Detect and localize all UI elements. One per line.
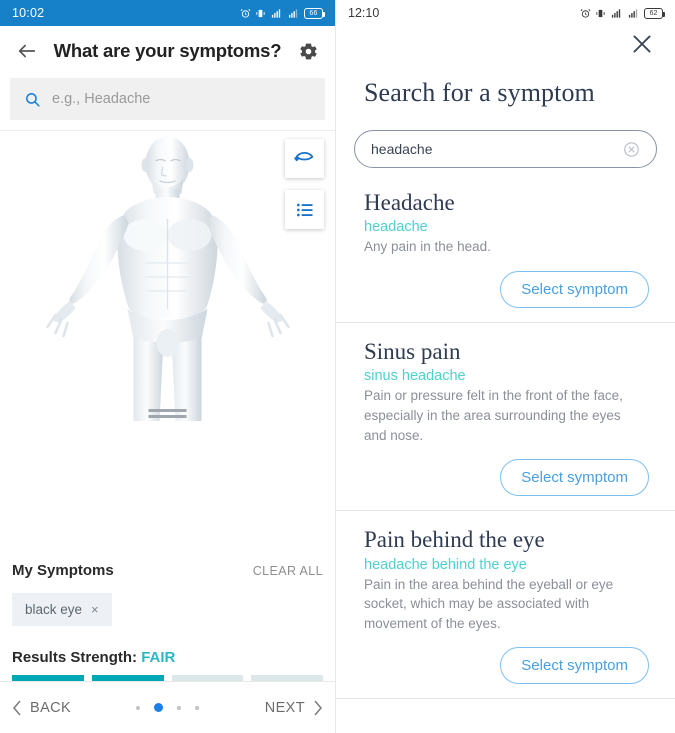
results-strength-text: Results Strength: — [12, 649, 138, 666]
gear-icon[interactable] — [293, 41, 323, 62]
back-button-label: BACK — [30, 699, 72, 716]
select-symptom-button[interactable]: Select symptom — [500, 459, 649, 497]
signal-icon — [611, 8, 621, 18]
status-time: 12:10 — [348, 6, 380, 20]
app-bar: What are your symptoms? — [0, 26, 335, 76]
vibrate-icon — [596, 9, 605, 17]
status-time: 10:02 — [12, 6, 45, 20]
result-name: Pain behind the eye — [364, 527, 545, 553]
result-name: Headache — [364, 190, 455, 215]
human-body-illustration — [45, 136, 290, 421]
symptom-chip[interactable]: black eye × — [12, 593, 112, 626]
arrow-left-icon[interactable] — [12, 40, 42, 62]
alarm-icon — [580, 8, 591, 18]
back-button[interactable]: BACK — [12, 700, 71, 716]
search-icon — [26, 92, 40, 107]
my-symptoms-header: My Symptoms CLEAR ALL — [12, 562, 323, 579]
search-result-item[interactable]: Sinus pain sinus headache Pain or pressu… — [336, 323, 675, 512]
my-symptoms-title: My Symptoms — [12, 562, 114, 579]
list-icon — [296, 203, 312, 216]
my-symptoms-section: My Symptoms CLEAR ALL black eye × Result… — [0, 552, 335, 681]
search-results-list: Headache headache Any pain in the head. … — [336, 174, 675, 733]
result-action-row: Select symptom — [364, 647, 657, 685]
status-icons: 62 — [580, 7, 665, 19]
battery-icon: 66 — [304, 7, 325, 19]
vibrate-icon — [256, 9, 265, 17]
results-strength: Results Strength: FAIR — [12, 649, 323, 681]
next-button-label: NEXT — [264, 699, 305, 716]
body-model-figure[interactable] — [35, 131, 300, 423]
page-dot[interactable] — [136, 705, 141, 710]
drag-handle-bar — [148, 415, 187, 418]
result-description: Any pain in the head. — [364, 239, 491, 255]
search-result-item[interactable]: Headache headache Any pain in the head. … — [336, 174, 675, 323]
status-bar: 10:02 66 — [0, 0, 335, 26]
symptom-search-panel: 12:10 62 Search for a symptom headache H… — [336, 0, 675, 733]
page-dot-active[interactable] — [154, 703, 164, 712]
body-model-area[interactable] — [0, 130, 335, 552]
symptom-search-input[interactable]: headache — [354, 130, 657, 168]
signal-icon — [271, 8, 281, 18]
result-alias: sinus headache — [364, 368, 466, 385]
search-panel-title: Search for a symptom — [364, 78, 595, 107]
clear-circle-icon[interactable] — [623, 141, 640, 158]
select-symptom-button[interactable]: Select symptom — [500, 271, 649, 308]
next-button[interactable]: NEXT — [265, 700, 323, 716]
symptom-checker-panel: 10:02 66 What are your symptoms? e.g., H… — [0, 0, 336, 733]
result-action-row: Select symptom — [364, 459, 657, 497]
result-description: Pain in the area behind the eyeball or e… — [364, 576, 614, 631]
bottom-navigation: BACK NEXT — [0, 681, 335, 733]
rotate-icon — [294, 151, 314, 162]
status-icons: 66 — [240, 7, 325, 19]
search-result-item[interactable]: Pain behind the eye headache behind the … — [336, 511, 675, 700]
model-controls — [285, 139, 324, 229]
close-icon[interactable] — [629, 31, 655, 62]
chevron-right-icon — [314, 700, 322, 715]
app-root: 10:02 66 What are your symptoms? e.g., H… — [0, 0, 675, 733]
clear-all-button[interactable]: CLEAR ALL — [253, 564, 323, 578]
list-view-button[interactable] — [285, 190, 324, 229]
drag-handle-bar — [148, 409, 187, 412]
rotate-model-button[interactable] — [285, 139, 324, 178]
result-name: Sinus pain — [364, 339, 461, 364]
result-alias: headache behind the eye — [364, 556, 527, 573]
drag-handle[interactable] — [148, 409, 187, 421]
symptom-search-value: headache — [371, 141, 433, 157]
page-dot[interactable] — [195, 705, 200, 710]
signal-icon — [628, 8, 638, 18]
page-indicator — [136, 703, 200, 712]
results-strength-value: FAIR — [141, 649, 176, 666]
result-action-row: Select symptom — [364, 271, 657, 308]
status-bar: 12:10 62 — [336, 0, 675, 26]
close-row — [336, 26, 675, 66]
result-alias: headache — [364, 219, 428, 236]
chevron-left-icon — [13, 700, 21, 715]
close-icon[interactable]: × — [91, 602, 99, 617]
symptom-chip-label: black eye — [25, 602, 83, 617]
result-description: Pain or pressure felt in the front of th… — [364, 388, 623, 443]
search-placeholder: e.g., Headache — [52, 91, 151, 107]
battery-icon: 62 — [644, 7, 665, 19]
symptom-chip-list: black eye × — [12, 593, 323, 626]
page-title: What are your symptoms? — [53, 40, 282, 61]
results-strength-label: Results Strength: FAIR — [12, 649, 323, 666]
page-dot[interactable] — [177, 705, 182, 710]
signal-icon — [288, 8, 298, 18]
search-input[interactable]: e.g., Headache — [10, 78, 325, 120]
alarm-icon — [240, 8, 251, 18]
select-symptom-button[interactable]: Select symptom — [500, 647, 649, 685]
